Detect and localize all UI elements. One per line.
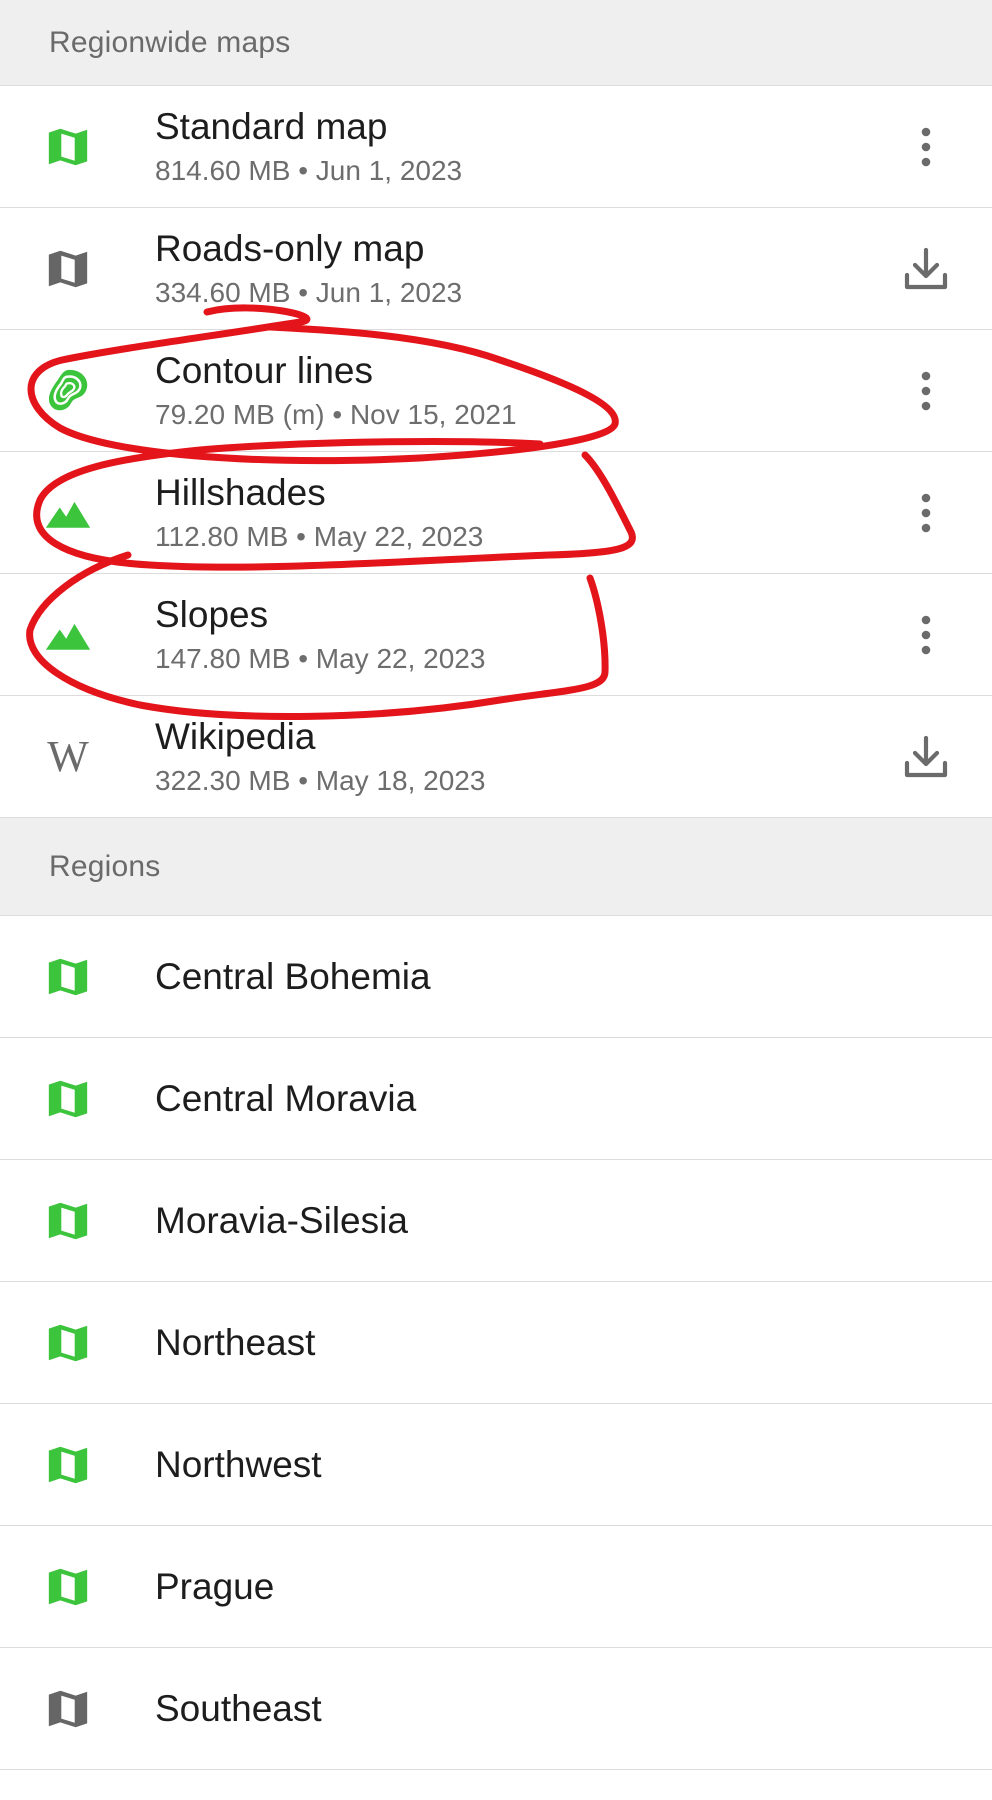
contour-lines-icon — [44, 367, 92, 415]
map-icon — [44, 245, 92, 293]
item-title: Standard map — [155, 105, 388, 147]
item-meta: 322.30 MB • May 18, 2023 — [155, 764, 486, 796]
list-item-moravia-silesia[interactable]: Moravia-Silesia — [0, 1160, 992, 1282]
more-vert-icon[interactable] — [894, 359, 958, 423]
list-item-northwest[interactable]: Northwest — [0, 1404, 992, 1526]
map-icon — [44, 1563, 92, 1611]
section-header-label: Regions — [49, 849, 161, 883]
item-title: Moravia-Silesia — [155, 1199, 408, 1241]
download-icon[interactable] — [894, 237, 958, 301]
item-title: Southeast — [155, 1687, 322, 1729]
wikipedia-icon: W — [47, 731, 89, 781]
mountains-icon — [44, 611, 92, 659]
item-title: Central Bohemia — [155, 955, 431, 997]
map-icon — [44, 1075, 92, 1123]
more-vert-icon[interactable] — [894, 603, 958, 667]
map-icon — [44, 1319, 92, 1367]
item-title: Northwest — [155, 1443, 322, 1485]
item-meta: 814.60 MB • Jun 1, 2023 — [155, 154, 463, 186]
more-vert-icon[interactable] — [894, 481, 958, 545]
section-header-regionwide: Regionwide maps — [0, 0, 992, 86]
item-meta: 79.20 MB (m) • Nov 15, 2021 — [155, 398, 517, 430]
item-meta: 147.80 MB • May 22, 2023 — [155, 642, 486, 674]
list-item-slopes[interactable]: Slopes 147.80 MB • May 22, 2023 — [0, 574, 992, 696]
map-icon — [44, 123, 92, 171]
map-icon — [44, 1197, 92, 1245]
item-title: Central Moravia — [155, 1077, 417, 1119]
map-icon — [44, 953, 92, 1001]
item-title: Northeast — [155, 1321, 316, 1363]
list-item-southeast[interactable]: Southeast — [0, 1648, 992, 1770]
item-title: Prague — [155, 1565, 275, 1607]
list-item-central-bohemia[interactable]: Central Bohemia — [0, 916, 992, 1038]
list-item-northeast[interactable]: Northeast — [0, 1282, 992, 1404]
section-header-regions: Regions — [0, 818, 992, 916]
item-title: Hillshades — [155, 471, 326, 513]
list-item-standard-map[interactable]: Standard map 814.60 MB • Jun 1, 2023 — [0, 86, 992, 208]
list-item-roads-only-map[interactable]: Roads-only map 334.60 MB • Jun 1, 2023 — [0, 208, 992, 330]
item-title: Roads-only map — [155, 227, 425, 269]
item-title: Wikipedia — [155, 715, 316, 757]
map-icon — [44, 1685, 92, 1733]
list-item-central-moravia[interactable]: Central Moravia — [0, 1038, 992, 1160]
mountains-icon — [44, 489, 92, 537]
item-title: Contour lines — [155, 349, 374, 391]
list-item-prague[interactable]: Prague — [0, 1526, 992, 1648]
map-icon — [44, 1441, 92, 1489]
section-header-label: Regionwide maps — [49, 25, 291, 59]
list-item-contour-lines[interactable]: Contour lines 79.20 MB (m) • Nov 15, 202… — [0, 330, 992, 452]
more-vert-icon[interactable] — [894, 115, 958, 179]
item-title: Slopes — [155, 593, 269, 635]
list-item-wikipedia[interactable]: W Wikipedia 322.30 MB • May 18, 2023 — [0, 696, 992, 818]
item-meta: 334.60 MB • Jun 1, 2023 — [155, 276, 463, 308]
item-meta: 112.80 MB • May 22, 2023 — [155, 520, 484, 552]
download-icon[interactable] — [894, 725, 958, 789]
list-item-hillshades[interactable]: Hillshades 112.80 MB • May 22, 2023 — [0, 452, 992, 574]
